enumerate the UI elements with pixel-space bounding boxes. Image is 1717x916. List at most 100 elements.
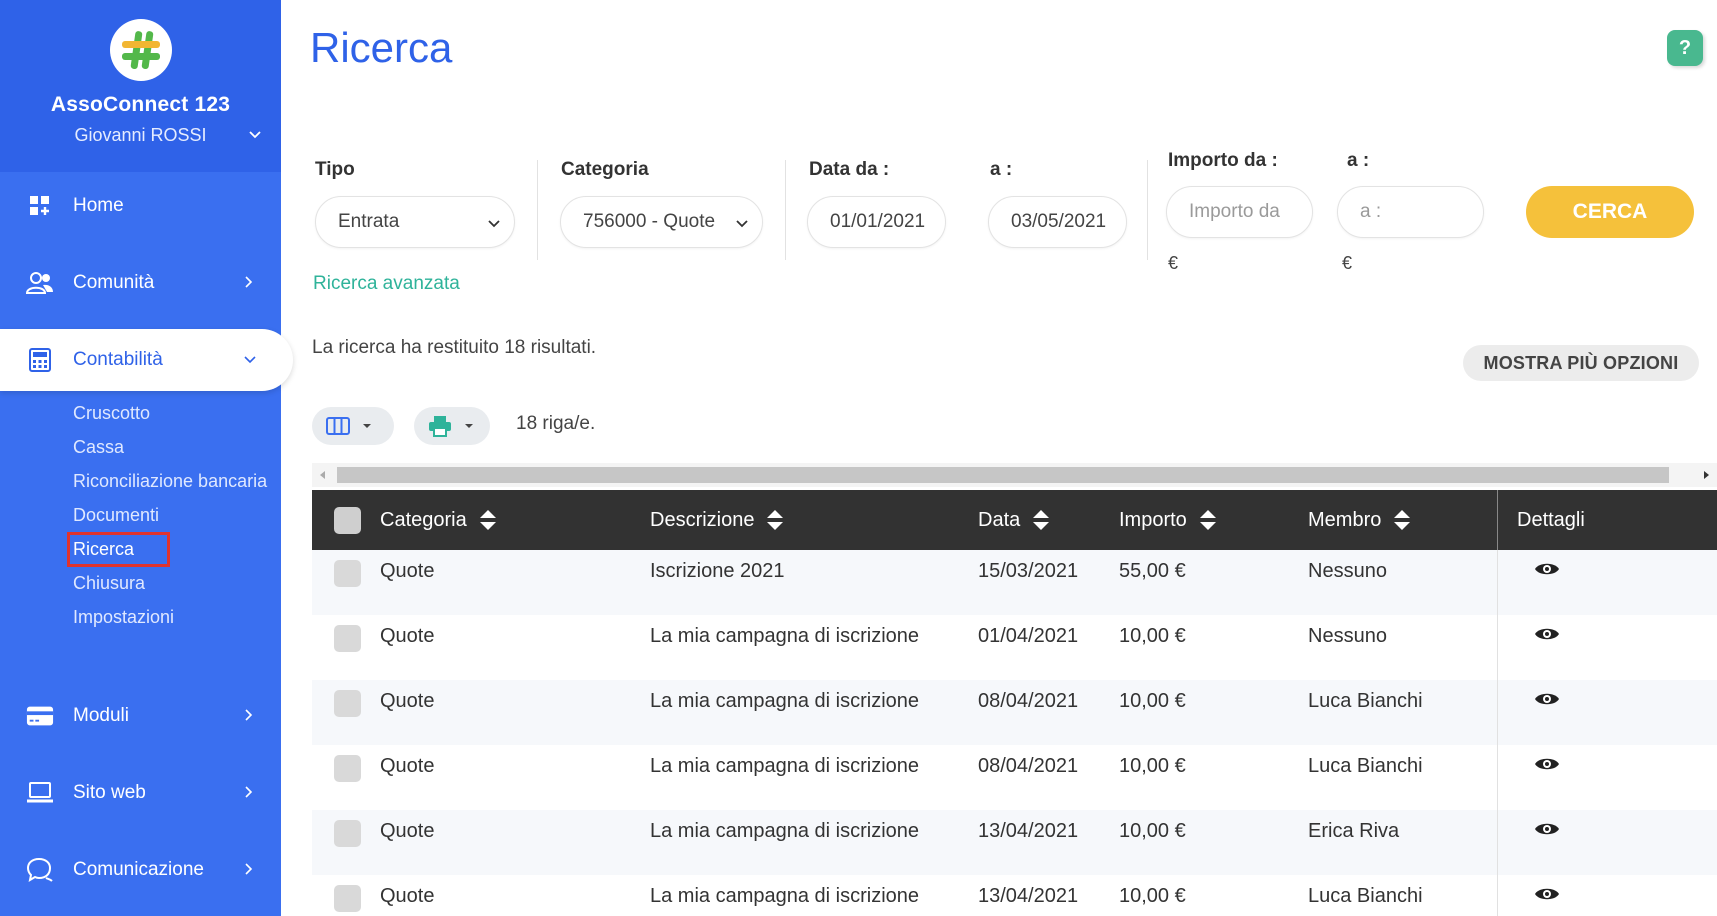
cell-data: 08/04/2021 — [978, 690, 1079, 712]
columns-button[interactable] — [312, 407, 394, 445]
scroll-right-icon[interactable] — [1703, 470, 1711, 480]
importo-a-currency: € — [1342, 253, 1353, 273]
select-all-checkbox[interactable] — [334, 507, 361, 534]
columns-icon — [326, 417, 350, 435]
sidebar-item-label: Sito web — [73, 782, 146, 803]
chat-icon — [26, 856, 54, 884]
cell-membro: Nessuno — [1308, 625, 1387, 647]
cell-data: 13/04/2021 — [978, 820, 1079, 842]
chevron-right-icon — [245, 786, 253, 798]
print-button[interactable] — [414, 407, 490, 445]
scrollbar-thumb[interactable] — [337, 467, 1669, 483]
eye-icon[interactable] — [1534, 625, 1560, 643]
cell-data: 15/03/2021 — [978, 560, 1079, 582]
column-label: Membro — [1308, 508, 1382, 531]
cell-membro: Nessuno — [1308, 560, 1387, 582]
table-row[interactable]: Quote La mia campagna di iscrizione 13/0… — [312, 810, 1717, 875]
advanced-search-link[interactable]: Ricerca avanzata — [313, 273, 460, 295]
column-header-categoria[interactable]: Categoria — [380, 490, 497, 550]
cell-importo: 55,00 € — [1119, 560, 1186, 582]
column-header-dettagli: Dettagli — [1517, 490, 1585, 550]
importo-a-input[interactable]: a : — [1337, 186, 1484, 238]
submenu-item-chiusura[interactable]: Chiusura — [73, 572, 273, 595]
table-row[interactable]: Quote La mia campagna di iscrizione 08/0… — [312, 745, 1717, 810]
sort-icon — [1394, 510, 1411, 530]
sidebar-item-home[interactable]: Home — [0, 175, 281, 237]
page-title: Ricerca — [310, 24, 453, 71]
submenu-item-ricerca[interactable]: Ricerca — [66, 532, 171, 567]
categoria-label: Categoria — [561, 159, 649, 180]
sidebar-item-label: Moduli — [73, 705, 129, 726]
table-row[interactable]: Quote La mia campagna di iscrizione 13/0… — [312, 875, 1717, 916]
submenu-item-documenti[interactable]: Documenti — [73, 504, 273, 527]
chevron-right-icon — [245, 276, 253, 288]
search-button[interactable]: CERCA — [1526, 186, 1694, 238]
more-options-button[interactable]: MOSTRA PIÙ OPZIONI — [1463, 345, 1699, 381]
cell-membro: Luca Bianchi — [1308, 885, 1423, 907]
table-row[interactable]: Quote La mia campagna di iscrizione 08/0… — [312, 680, 1717, 745]
main-content: Ricerca ? Tipo Entrata Categoria 756000 … — [281, 0, 1717, 916]
eye-icon[interactable] — [1534, 690, 1560, 708]
eye-icon[interactable] — [1534, 755, 1560, 773]
table-row[interactable]: Quote La mia campagna di iscrizione 01/0… — [312, 615, 1717, 680]
submenu-item-cruscotto[interactable]: Cruscotto — [73, 402, 273, 425]
column-header-descrizione[interactable]: Descrizione — [650, 490, 784, 550]
sidebar-item-comunita[interactable]: Comunità — [0, 252, 281, 314]
cell-categoria: Quote — [380, 560, 435, 582]
row-checkbox[interactable] — [334, 820, 361, 847]
row-checkbox[interactable] — [334, 625, 361, 652]
chevron-right-icon — [245, 709, 253, 721]
organization-name: AssoConnect 123 — [50, 93, 231, 116]
table-row[interactable]: Quote Iscrizione 2021 15/03/2021 55,00 €… — [312, 550, 1717, 615]
column-divider — [1497, 490, 1498, 550]
submenu-item-cassa[interactable]: Cassa — [73, 436, 273, 459]
submenu-item-riconciliazione[interactable]: Riconciliazione bancaria — [73, 470, 273, 493]
sort-icon — [1199, 510, 1216, 530]
data-a-value: 03/05/2021 — [1011, 211, 1107, 232]
sort-icon — [767, 510, 784, 530]
categoria-select[interactable]: 756000 - Quote — [560, 196, 763, 248]
row-checkbox[interactable] — [334, 690, 361, 717]
cell-categoria: Quote — [380, 885, 435, 907]
cell-categoria: Quote — [380, 755, 435, 777]
brand-header[interactable]: AssoConnect 123 Giovanni ROSSI — [0, 0, 281, 172]
horizontal-scrollbar[interactable] — [312, 463, 1717, 487]
row-checkbox[interactable] — [334, 755, 361, 782]
importo-da-placeholder: Importo da — [1189, 201, 1280, 222]
help-button[interactable]: ? — [1667, 30, 1703, 66]
importo-da-input[interactable]: Importo da — [1166, 186, 1313, 238]
sidebar-item-contabilita[interactable]: Contabilità — [0, 329, 293, 391]
sidebar-item-moduli[interactable]: Moduli — [0, 685, 281, 747]
categoria-select-value: 756000 - Quote — [583, 211, 716, 232]
row-checkbox[interactable] — [334, 560, 361, 587]
cell-descrizione: La mia campagna di iscrizione — [650, 625, 920, 647]
submenu-item-impostazioni[interactable]: Impostazioni — [73, 606, 273, 629]
column-header-importo[interactable]: Importo — [1119, 490, 1217, 550]
sidebar-item-label: Contabilità — [73, 349, 163, 370]
eye-icon[interactable] — [1534, 560, 1560, 578]
cell-importo: 10,00 € — [1119, 885, 1186, 907]
importo-a-placeholder: a : — [1360, 201, 1382, 222]
column-header-data[interactable]: Data — [978, 490, 1050, 550]
chevron-down-icon — [488, 220, 500, 228]
data-da-label: Data da : — [809, 159, 890, 180]
results-table: Categoria Descrizione Data Importo Membr… — [312, 490, 1717, 916]
sidebar-item-label: Comunità — [73, 272, 155, 293]
column-label: Importo — [1119, 508, 1187, 531]
scroll-left-icon[interactable] — [318, 470, 326, 480]
data-da-input[interactable]: 01/01/2021 — [807, 196, 946, 248]
data-a-input[interactable]: 03/05/2021 — [988, 196, 1127, 248]
chevron-down-icon[interactable] — [247, 126, 263, 142]
eye-icon[interactable] — [1534, 820, 1560, 838]
column-header-membro[interactable]: Membro — [1308, 490, 1411, 550]
sidebar-item-comunicazione[interactable]: Comunicazione — [0, 839, 281, 901]
data-a-label: a : — [990, 159, 1013, 180]
eye-icon[interactable] — [1534, 885, 1560, 903]
sidebar-item-sito-web[interactable]: Sito web — [0, 762, 281, 824]
sidebar-item-label: Home — [73, 195, 124, 216]
tipo-select[interactable]: Entrata — [315, 196, 515, 248]
cell-data: 01/04/2021 — [978, 625, 1079, 647]
chevron-down-icon — [736, 220, 748, 228]
cell-membro: Luca Bianchi — [1308, 690, 1423, 712]
row-checkbox[interactable] — [334, 885, 361, 912]
